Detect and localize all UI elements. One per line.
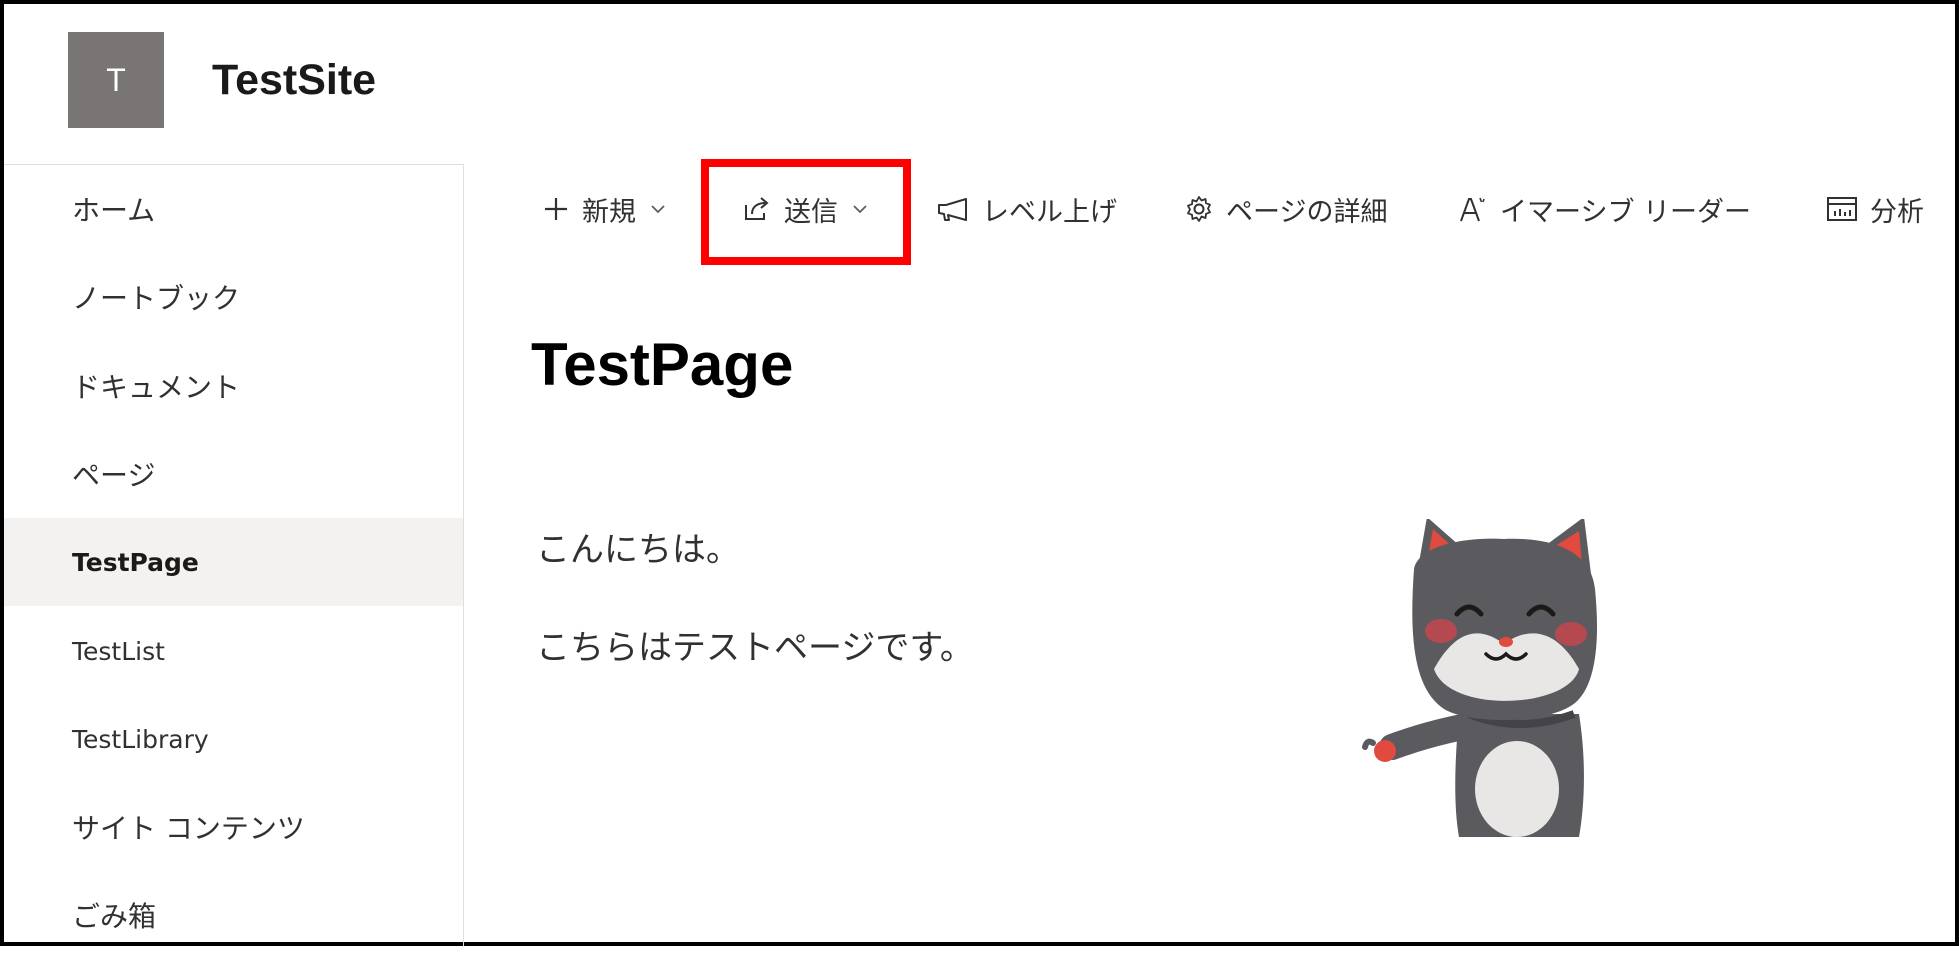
sidebar-item-home[interactable]: ホーム	[4, 165, 463, 253]
site-navigation: ホーム ノートブック ドキュメント ページ TestPage TestList …	[4, 164, 464, 946]
sidebar-item-label: TestList	[72, 636, 165, 666]
site-logo-letter: T	[106, 61, 126, 98]
analytics-icon	[1826, 195, 1858, 223]
sidebar-item-testlibrary[interactable]: TestLibrary	[4, 695, 463, 783]
megaphone-icon	[936, 194, 970, 224]
window-frame: T TestSite ホーム ノートブック ドキュメント ページ TestPag…	[0, 0, 1959, 946]
sidebar-item-label: TestPage	[72, 547, 199, 577]
cat-illustration	[1362, 519, 1598, 837]
immersive-reader-icon	[1458, 194, 1488, 224]
chevron-down-icon	[852, 199, 868, 220]
promote-button-label: レベル上げ	[982, 196, 1117, 228]
share-icon	[742, 194, 772, 224]
page-details-label: ページの詳細	[1226, 196, 1388, 228]
new-button[interactable]: 新規	[542, 164, 666, 254]
immersive-reader-button[interactable]: イマーシブ リーダー	[1458, 164, 1751, 254]
analytics-label: 分析	[1870, 196, 1924, 228]
sidebar-item-label: サイト コンテンツ	[72, 812, 305, 845]
sidebar-item-label: ドキュメント	[72, 371, 241, 404]
immersive-reader-label: イマーシブ リーダー	[1500, 196, 1752, 228]
page-title: TestPage	[531, 331, 794, 398]
analytics-button[interactable]: 分析	[1826, 164, 1924, 254]
sidebar-item-label: ノートブック	[72, 282, 241, 315]
sidebar-item-testpage[interactable]: TestPage	[4, 518, 463, 606]
sidebar-item-notebook[interactable]: ノートブック	[4, 253, 463, 341]
page-details-button[interactable]: ページの詳細	[1184, 164, 1387, 254]
chevron-down-icon	[650, 199, 666, 220]
paragraph-description: こちらはテストページです。	[536, 628, 974, 668]
site-logo[interactable]: T	[68, 32, 164, 128]
plus-icon	[542, 195, 570, 223]
site-title[interactable]: TestSite	[212, 56, 376, 105]
command-bar: 新規 送信 レベル上げ ページの詳細 イマーシブ リーダー 分析	[464, 164, 1955, 254]
sidebar-item-testlist[interactable]: TestList	[4, 607, 463, 695]
send-button-label: 送信	[784, 196, 838, 228]
site-header: T TestSite	[4, 4, 1955, 164]
new-button-label: 新規	[582, 196, 636, 228]
gear-icon	[1184, 194, 1214, 224]
sidebar-item-label: ページ	[72, 459, 156, 492]
paragraph-greeting: こんにちは。	[536, 530, 740, 570]
sidebar-item-label: ホーム	[72, 194, 156, 227]
sidebar-item-label: TestLibrary	[72, 724, 209, 754]
sidebar-item-site-contents[interactable]: サイト コンテンツ	[4, 783, 463, 871]
promote-button[interactable]: レベル上げ	[936, 164, 1117, 254]
sidebar-item-documents[interactable]: ドキュメント	[4, 342, 463, 430]
sidebar-item-label: ごみ箱	[72, 900, 157, 933]
sidebar-item-pages[interactable]: ページ	[4, 430, 463, 518]
send-button[interactable]: 送信	[742, 164, 868, 254]
